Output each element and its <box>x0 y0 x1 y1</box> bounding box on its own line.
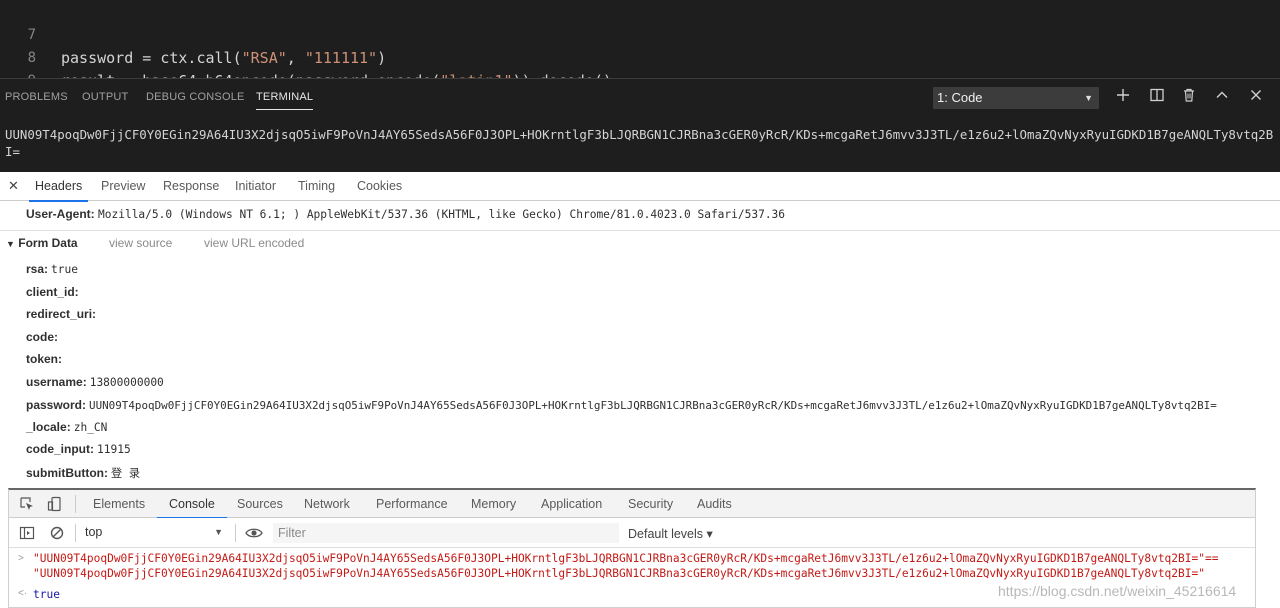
code-line[interactable]: 9 print(result) <box>0 47 1280 70</box>
chevron-down-icon: ▼ <box>214 527 223 537</box>
context-select[interactable]: top ▼ <box>85 525 227 543</box>
bottom-panel: PROBLEMS OUTPUT DEBUG CONSOLE TERMINAL 1… <box>0 78 1280 172</box>
tab-elements[interactable]: Elements <box>93 497 145 511</box>
chevron-left-icon: <· <box>18 588 27 599</box>
divider <box>235 524 236 542</box>
eye-icon[interactable] <box>245 525 263 544</box>
plus-icon[interactable] <box>1113 87 1133 107</box>
form-field-row: code_input:11915 <box>26 442 131 456</box>
field-key: code_input: <box>26 442 94 456</box>
device-toolbar-icon[interactable] <box>47 496 63 515</box>
log-levels-dropdown[interactable]: Default levels ▾ <box>628 526 713 541</box>
close-icon[interactable] <box>1246 87 1266 107</box>
tab-headers[interactable]: Headers <box>35 179 82 193</box>
trash-icon[interactable] <box>1179 87 1199 107</box>
tab-memory[interactable]: Memory <box>471 497 516 511</box>
console-toolbar: top ▼ Default levels ▾ <box>9 518 1255 548</box>
field-key: code: <box>26 330 58 344</box>
chevron-right-icon: > <box>18 553 24 564</box>
network-detail-tabs: ✕ Headers Preview Response Initiator Tim… <box>0 172 1280 201</box>
form-field-row: password:UUN09T4poqDw0FjjCF0Y0EGin29A64I… <box>26 398 1217 412</box>
sidebar-toggle-icon[interactable] <box>19 525 35 544</box>
header-value: Mozilla/5.0 (Windows NT 6.1; ) AppleWebK… <box>98 208 785 221</box>
field-value: true <box>51 263 78 276</box>
terminal-output[interactable]: UUN09T4poqDw0FjjCF0Y0EGin29A64IU3X2djsqO… <box>5 126 1275 160</box>
tab-problems[interactable]: PROBLEMS <box>5 91 68 103</box>
tab-application[interactable]: Application <box>541 497 602 511</box>
field-key: client_id: <box>26 285 79 299</box>
watermark: https://blog.csdn.net/weixin_45216614 <box>998 583 1236 599</box>
field-value: UUN09T4poqDw0FjjCF0Y0EGin29A64IU3X2djsqO… <box>89 399 1217 412</box>
inspect-element-icon[interactable] <box>19 496 35 515</box>
tab-debug-console[interactable]: DEBUG CONSOLE <box>146 91 245 103</box>
console-result: true <box>33 588 60 601</box>
field-key: token: <box>26 352 62 366</box>
tab-response[interactable]: Response <box>163 179 219 193</box>
form-field-row: rsa:true <box>26 262 78 276</box>
field-key: _locale: <box>26 420 71 434</box>
tab-performance[interactable]: Performance <box>376 497 448 511</box>
tab-output[interactable]: OUTPUT <box>82 91 128 103</box>
field-value: 13800000000 <box>90 376 164 389</box>
form-field-row: username:13800000000 <box>26 375 164 389</box>
tab-sources[interactable]: Sources <box>237 497 283 511</box>
caret-down-icon: ▼ <box>6 239 15 249</box>
divider <box>75 495 76 513</box>
field-key: username: <box>26 375 87 389</box>
header-key: User-Agent: <box>26 207 95 221</box>
field-key: redirect_uri: <box>26 307 96 321</box>
tab-timing[interactable]: Timing <box>298 179 335 193</box>
tab-security[interactable]: Security <box>628 497 673 511</box>
tab-cookies[interactable]: Cookies <box>357 179 402 193</box>
console-input-line[interactable]: "UUN09T4poqDw0FjjCF0Y0EGin29A64IU3X2djsq… <box>33 552 1218 565</box>
tab-console[interactable]: Console <box>169 497 215 511</box>
clear-console-icon[interactable] <box>49 525 65 544</box>
filter-input[interactable] <box>273 523 619 543</box>
form-field-row: _locale:zh_CN <box>26 420 107 434</box>
form-field-row: redirect_uri: <box>26 307 99 321</box>
field-key: submitButton: <box>26 466 108 480</box>
terminal-select[interactable]: 1: Code ▼ <box>933 87 1099 109</box>
close-icon[interactable]: ✕ <box>8 178 19 194</box>
field-value: zh_CN <box>74 421 108 434</box>
view-source-link[interactable]: view source <box>109 236 172 250</box>
tab-terminal[interactable]: TERMINAL <box>256 91 313 103</box>
field-value: 11915 <box>97 443 131 456</box>
divider <box>0 230 1280 231</box>
field-key: password: <box>26 398 86 412</box>
form-data-section-toggle[interactable]: ▼ Form Data <box>6 236 78 250</box>
code-line[interactable]: 7 password = ctx.call("RSA", "111111") <box>0 1 1280 24</box>
tab-network[interactable]: Network <box>304 497 350 511</box>
view-url-encoded-link[interactable]: view URL encoded <box>204 236 304 250</box>
chevron-up-icon[interactable] <box>1212 87 1232 107</box>
code-editor[interactable]: 7 password = ctx.call("RSA", "111111") 8… <box>0 0 1280 78</box>
form-field-row: token: <box>26 352 65 366</box>
section-title: Form Data <box>18 236 77 250</box>
network-request-detail: ✕ Headers Preview Response Initiator Tim… <box>0 172 1280 490</box>
form-field-row: submitButton:登 录 <box>26 465 140 481</box>
tab-preview[interactable]: Preview <box>101 179 145 193</box>
form-field-row: code: <box>26 330 61 344</box>
header-row-user-agent: User-Agent: Mozilla/5.0 (Windows NT 6.1;… <box>26 207 785 221</box>
split-terminal-icon[interactable] <box>1147 87 1167 107</box>
devtools-main-tabs: Elements Console Sources Network Perform… <box>9 490 1255 518</box>
form-field-row: client_id: <box>26 285 82 299</box>
tab-initiator[interactable]: Initiator <box>235 179 276 193</box>
field-value: 登 录 <box>111 467 140 480</box>
field-key: rsa: <box>26 262 48 276</box>
console-input-line[interactable]: "UUN09T4poqDw0FjjCF0Y0EGin29A64IU3X2djsq… <box>33 567 1205 580</box>
tab-audits[interactable]: Audits <box>697 497 732 511</box>
divider <box>75 524 76 542</box>
context-value: top <box>85 525 102 539</box>
terminal-select-value: 1: Code <box>937 90 983 105</box>
code-line[interactable]: 8 result = base64.b64encode(password.enc… <box>0 24 1280 47</box>
chevron-down-icon: ▼ <box>1084 87 1093 109</box>
